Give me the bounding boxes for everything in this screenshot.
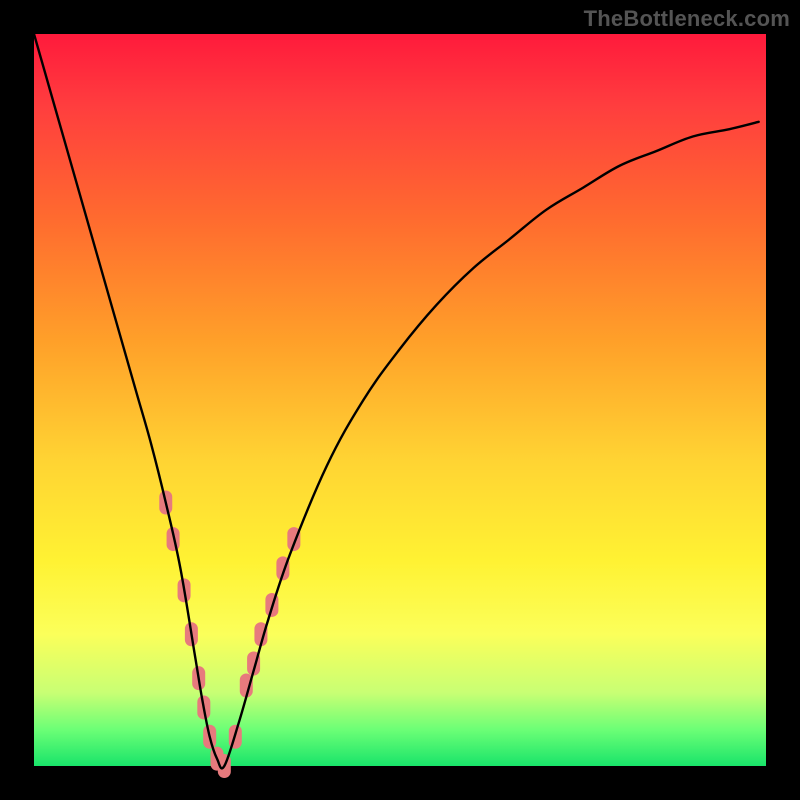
watermark-text: TheBottleneck.com xyxy=(584,6,790,32)
chart-frame: TheBottleneck.com xyxy=(0,0,800,800)
chart-svg xyxy=(34,34,766,766)
bottleneck-curve xyxy=(34,34,759,768)
marker-group xyxy=(159,490,300,778)
plot-area xyxy=(34,34,766,766)
